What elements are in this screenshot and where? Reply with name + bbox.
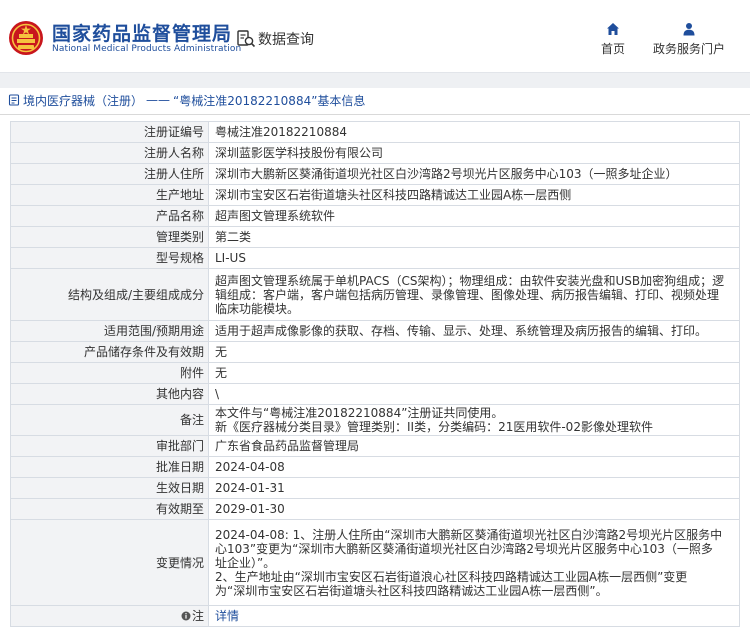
- field-value: 深圳蓝影医学科技股份有限公司: [208, 142, 740, 164]
- value-line: 本文件与“粤械注准20182210884”注册证共同使用。: [215, 406, 504, 420]
- breadcrumb-current-title: “粤械注准20182210884”基本信息: [173, 93, 366, 108]
- field-label: 管理类别: [10, 226, 209, 248]
- field-value: 2024-04-08: 1、注册人住所由“深圳市大鹏新区葵涌街道坝光社区白沙湾路…: [208, 519, 740, 606]
- breadcrumb-divider: [0, 114, 750, 115]
- brand-name-en: National Medical Products Administration: [52, 44, 242, 54]
- field-value: \: [208, 383, 740, 405]
- field-value: 超声图文管理系统属于单机PACS（CS架构）；物理组成：由软件安装光盘和USB加…: [208, 268, 740, 321]
- value-line: 心103”变更为“深圳市大鹏新区葵涌街道坝光社区白沙湾路2号坝光片区服务中心10…: [215, 541, 713, 556]
- breadcrumb-separator: ——: [146, 93, 171, 107]
- field-value: 详情: [208, 605, 740, 627]
- table-row: 附件 无: [10, 362, 740, 384]
- table-row: 产品储存条件及有效期 无: [10, 341, 740, 363]
- table-row: 其他内容 \: [10, 383, 740, 405]
- header-divider-band: [0, 72, 750, 88]
- field-label: 备注: [10, 404, 209, 436]
- field-value: 第二类: [208, 226, 740, 248]
- breadcrumb-category-link[interactable]: 境内医疗器械（注册）: [23, 92, 143, 109]
- value-line: 新《医疗器械分类目录》管理类别：II类，分类编码：21医用软件-02影像处理软件: [215, 420, 653, 434]
- field-label: 注册人住所: [10, 163, 209, 185]
- table-row: 批准日期 2024-04-08: [10, 456, 740, 478]
- field-value: 深圳市大鹏新区葵涌街道坝光社区白沙湾路2号坝光片区服务中心103（一照多址企业）: [208, 163, 740, 185]
- field-label: 产品储存条件及有效期: [10, 341, 209, 363]
- field-label: 型号规格: [10, 247, 209, 269]
- table-row: 注册人住所 深圳市大鹏新区葵涌街道坝光社区白沙湾路2号坝光片区服务中心103（一…: [10, 163, 740, 185]
- nav-home-label: 首页: [600, 42, 625, 56]
- info-icon: [181, 611, 191, 621]
- note-label: 注: [191, 609, 204, 623]
- field-value: 无: [208, 341, 740, 363]
- table-row: 生效日期 2024-01-31: [10, 477, 740, 499]
- field-value: 2024-01-31: [208, 477, 740, 499]
- field-value: 粤械注准20182210884: [208, 121, 740, 143]
- table-row: 生产地址 深圳市宝安区石岩街道塘头社区科技四路精诚达工业园A栋一层西侧: [10, 184, 740, 206]
- table-row: 有效期至 2029-01-30: [10, 498, 740, 520]
- value-line: 超声图文管理系统属于单机PACS（CS架构）；物理组成：由软件安装光盘和USB加…: [215, 273, 725, 288]
- nav-home[interactable]: 首页: [578, 22, 648, 57]
- table-row: 注册人名称 深圳蓝影医学科技股份有限公司: [10, 142, 740, 164]
- table-row: 适用范围/预期用途 适用于超声成像影像的获取、存档、传输、显示、处理、系统管理及…: [10, 320, 740, 342]
- value-line: 辑组成：客户端，客户端包括病历管理、录像管理、图像处理、病历报告编辑、打印、视频…: [215, 287, 720, 302]
- data-query-label: 数据查询: [258, 32, 314, 48]
- user-icon: [683, 23, 695, 36]
- field-label: 注: [10, 605, 209, 627]
- table-row: 注册证编号 粤械注准20182210884: [10, 121, 740, 143]
- table-row: 结构及组成/主要组成成分 超声图文管理系统属于单机PACS（CS架构）；物理组成…: [10, 268, 740, 321]
- table-row: 管理类别 第二类: [10, 226, 740, 248]
- field-value: 广东省食品药品监督管理局: [208, 435, 740, 457]
- device-info-table: 注册证编号 粤械注准20182210884 注册人名称 深圳蓝影医学科技股份有限…: [10, 121, 740, 627]
- field-label: 结构及组成/主要组成成分: [10, 268, 209, 321]
- value-line: 2、生产地址由“深圳市宝安区石岩街道浪心社区科技四路精诚达工业园A栋一层西侧”变…: [215, 569, 688, 584]
- document-icon: [8, 94, 20, 106]
- field-label: 批准日期: [10, 456, 209, 478]
- nav-gov-service-portal[interactable]: 政务服务门户: [648, 22, 730, 57]
- site-header: 国家药品监督管理局 National Medical Products Admi…: [0, 0, 750, 72]
- brand-name-cn[interactable]: 国家药品监督管理局: [52, 19, 232, 46]
- field-label: 生产地址: [10, 184, 209, 206]
- value-line: 2024-04-08: 1、注册人住所由“深圳市大鹏新区葵涌街道坝光社区白沙湾路…: [215, 527, 723, 542]
- field-value: 超声图文管理系统软件: [208, 205, 740, 227]
- field-value: 2024-04-08: [208, 456, 740, 478]
- value-line: 址企业）”。: [215, 555, 276, 570]
- value-line: 为“深圳市宝安区石岩街道塘头社区科技四路精诚达工业园A栋一层西侧”。: [215, 583, 608, 598]
- data-query-link[interactable]: 数据查询: [236, 28, 314, 50]
- table-row: 型号规格 LI-US: [10, 247, 740, 269]
- table-row: 审批部门 广东省食品药品监督管理局: [10, 435, 740, 457]
- field-label: 生效日期: [10, 477, 209, 499]
- nav-portal-label: 政务服务门户: [652, 42, 725, 56]
- field-value: 2029-01-30: [208, 498, 740, 520]
- field-label: 有效期至: [10, 498, 209, 520]
- table-row: 备注 本文件与“粤械注准20182210884”注册证共同使用。 新《医疗器械分…: [10, 404, 740, 436]
- field-label: 审批部门: [10, 435, 209, 457]
- value-line: 临床功能模块。: [215, 301, 300, 316]
- data-query-icon: [237, 30, 256, 48]
- table-row: 注 详情: [10, 605, 740, 627]
- field-value: 本文件与“粤械注准20182210884”注册证共同使用。 新《医疗器械分类目录…: [208, 404, 740, 436]
- breadcrumb: 境内医疗器械（注册） —— “粤械注准20182210884”基本信息: [8, 92, 365, 108]
- details-link[interactable]: 详情: [215, 609, 239, 623]
- field-value: 无: [208, 362, 740, 384]
- field-label: 变更情况: [10, 519, 209, 606]
- table-row: 产品名称 超声图文管理系统软件: [10, 205, 740, 227]
- national-emblem-logo[interactable]: [8, 20, 44, 56]
- field-label: 适用范围/预期用途: [10, 320, 209, 342]
- home-icon: [607, 23, 619, 35]
- table-row: 变更情况 2024-04-08: 1、注册人住所由“深圳市大鹏新区葵涌街道坝光社…: [10, 519, 740, 606]
- field-label: 其他内容: [10, 383, 209, 405]
- field-value: LI-US: [208, 247, 740, 269]
- field-label: 注册人名称: [10, 142, 209, 164]
- field-label: 产品名称: [10, 205, 209, 227]
- field-value: 适用于超声成像影像的获取、存档、传输、显示、处理、系统管理及病历报告的编辑、打印…: [208, 320, 740, 342]
- field-label: 附件: [10, 362, 209, 384]
- field-value: 深圳市宝安区石岩街道塘头社区科技四路精诚达工业园A栋一层西侧: [208, 184, 740, 206]
- field-label: 注册证编号: [10, 121, 209, 143]
